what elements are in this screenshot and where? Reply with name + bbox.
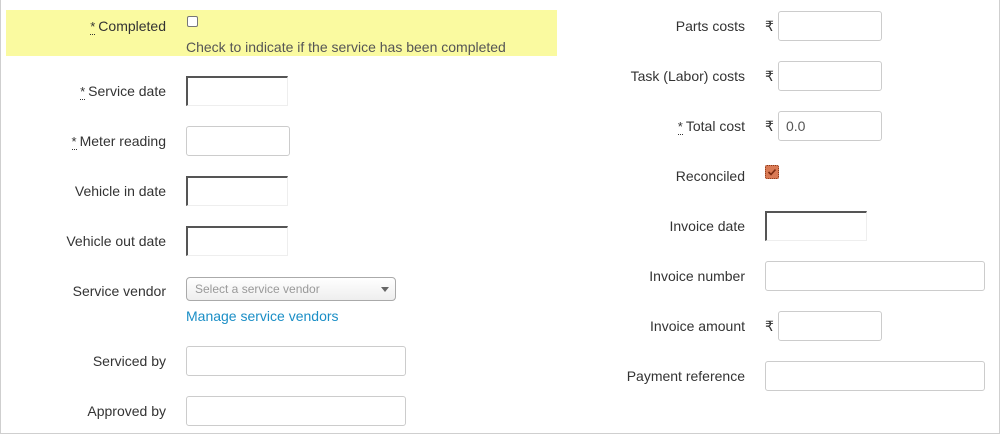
manage-service-vendors-link[interactable]: Manage service vendors <box>186 308 339 324</box>
serviced-by-label: Serviced by <box>92 353 166 369</box>
required-marker: * <box>80 84 86 100</box>
task-labor-costs-input[interactable] <box>778 61 882 91</box>
checkmark-icon <box>767 168 777 176</box>
service-date-label-text: Service date <box>88 83 166 99</box>
vehicle-out-date-label: Vehicle out date <box>66 233 166 249</box>
invoice-number-label: Invoice number <box>649 268 745 284</box>
completed-checkbox[interactable] <box>187 16 198 27</box>
rupee-icon: ₹ <box>765 18 774 34</box>
vehicle-out-date-input[interactable] <box>186 226 288 256</box>
total-cost-label: * Total cost <box>677 118 745 135</box>
invoice-amount-input[interactable] <box>778 311 882 341</box>
invoice-number-input[interactable] <box>765 261 985 291</box>
invoice-date-input[interactable] <box>765 211 867 241</box>
vehicle-in-date-label: Vehicle in date <box>74 183 166 199</box>
payment-reference-input[interactable] <box>765 361 985 391</box>
completed-label-text: Completed <box>98 18 166 34</box>
rupee-icon: ₹ <box>765 68 774 84</box>
service-date-input[interactable] <box>186 76 288 106</box>
rupee-icon: ₹ <box>765 318 774 334</box>
service-vendor-select[interactable]: Select a service vendor <box>186 277 396 301</box>
invoice-amount-label: Invoice amount <box>650 318 745 334</box>
meter-reading-label-text: Meter reading <box>79 133 166 149</box>
task-labor-costs-label: Task (Labor) costs <box>630 68 745 84</box>
chevron-down-icon <box>381 287 389 292</box>
meter-reading-input[interactable] <box>186 126 290 156</box>
total-cost-label-text: Total cost <box>685 118 745 134</box>
completed-hint: Check to indicate if the service has bee… <box>186 39 506 55</box>
approved-by-input[interactable] <box>186 396 406 426</box>
parts-costs-input[interactable] <box>778 11 882 41</box>
service-vendor-placeholder: Select a service vendor <box>195 282 320 296</box>
payment-reference-label: Payment reference <box>626 368 745 384</box>
invoice-date-label: Invoice date <box>669 218 746 234</box>
service-date-label: * Service date <box>80 83 166 100</box>
meter-reading-label: * Meter reading <box>71 133 166 150</box>
reconciled-checkbox[interactable] <box>765 165 779 179</box>
service-vendor-label: Service vendor <box>72 283 166 299</box>
rupee-icon: ₹ <box>765 118 774 134</box>
vehicle-in-date-input[interactable] <box>186 176 288 206</box>
required-marker: * <box>677 119 683 135</box>
required-marker: * <box>90 19 96 35</box>
required-marker: * <box>71 134 77 150</box>
reconciled-label: Reconciled <box>675 168 745 184</box>
serviced-by-input[interactable] <box>186 346 406 376</box>
parts-costs-label: Parts costs <box>675 18 745 34</box>
approved-by-label: Approved by <box>87 403 166 419</box>
completed-label: * Completed <box>90 18 166 35</box>
total-cost-input[interactable] <box>778 111 882 141</box>
